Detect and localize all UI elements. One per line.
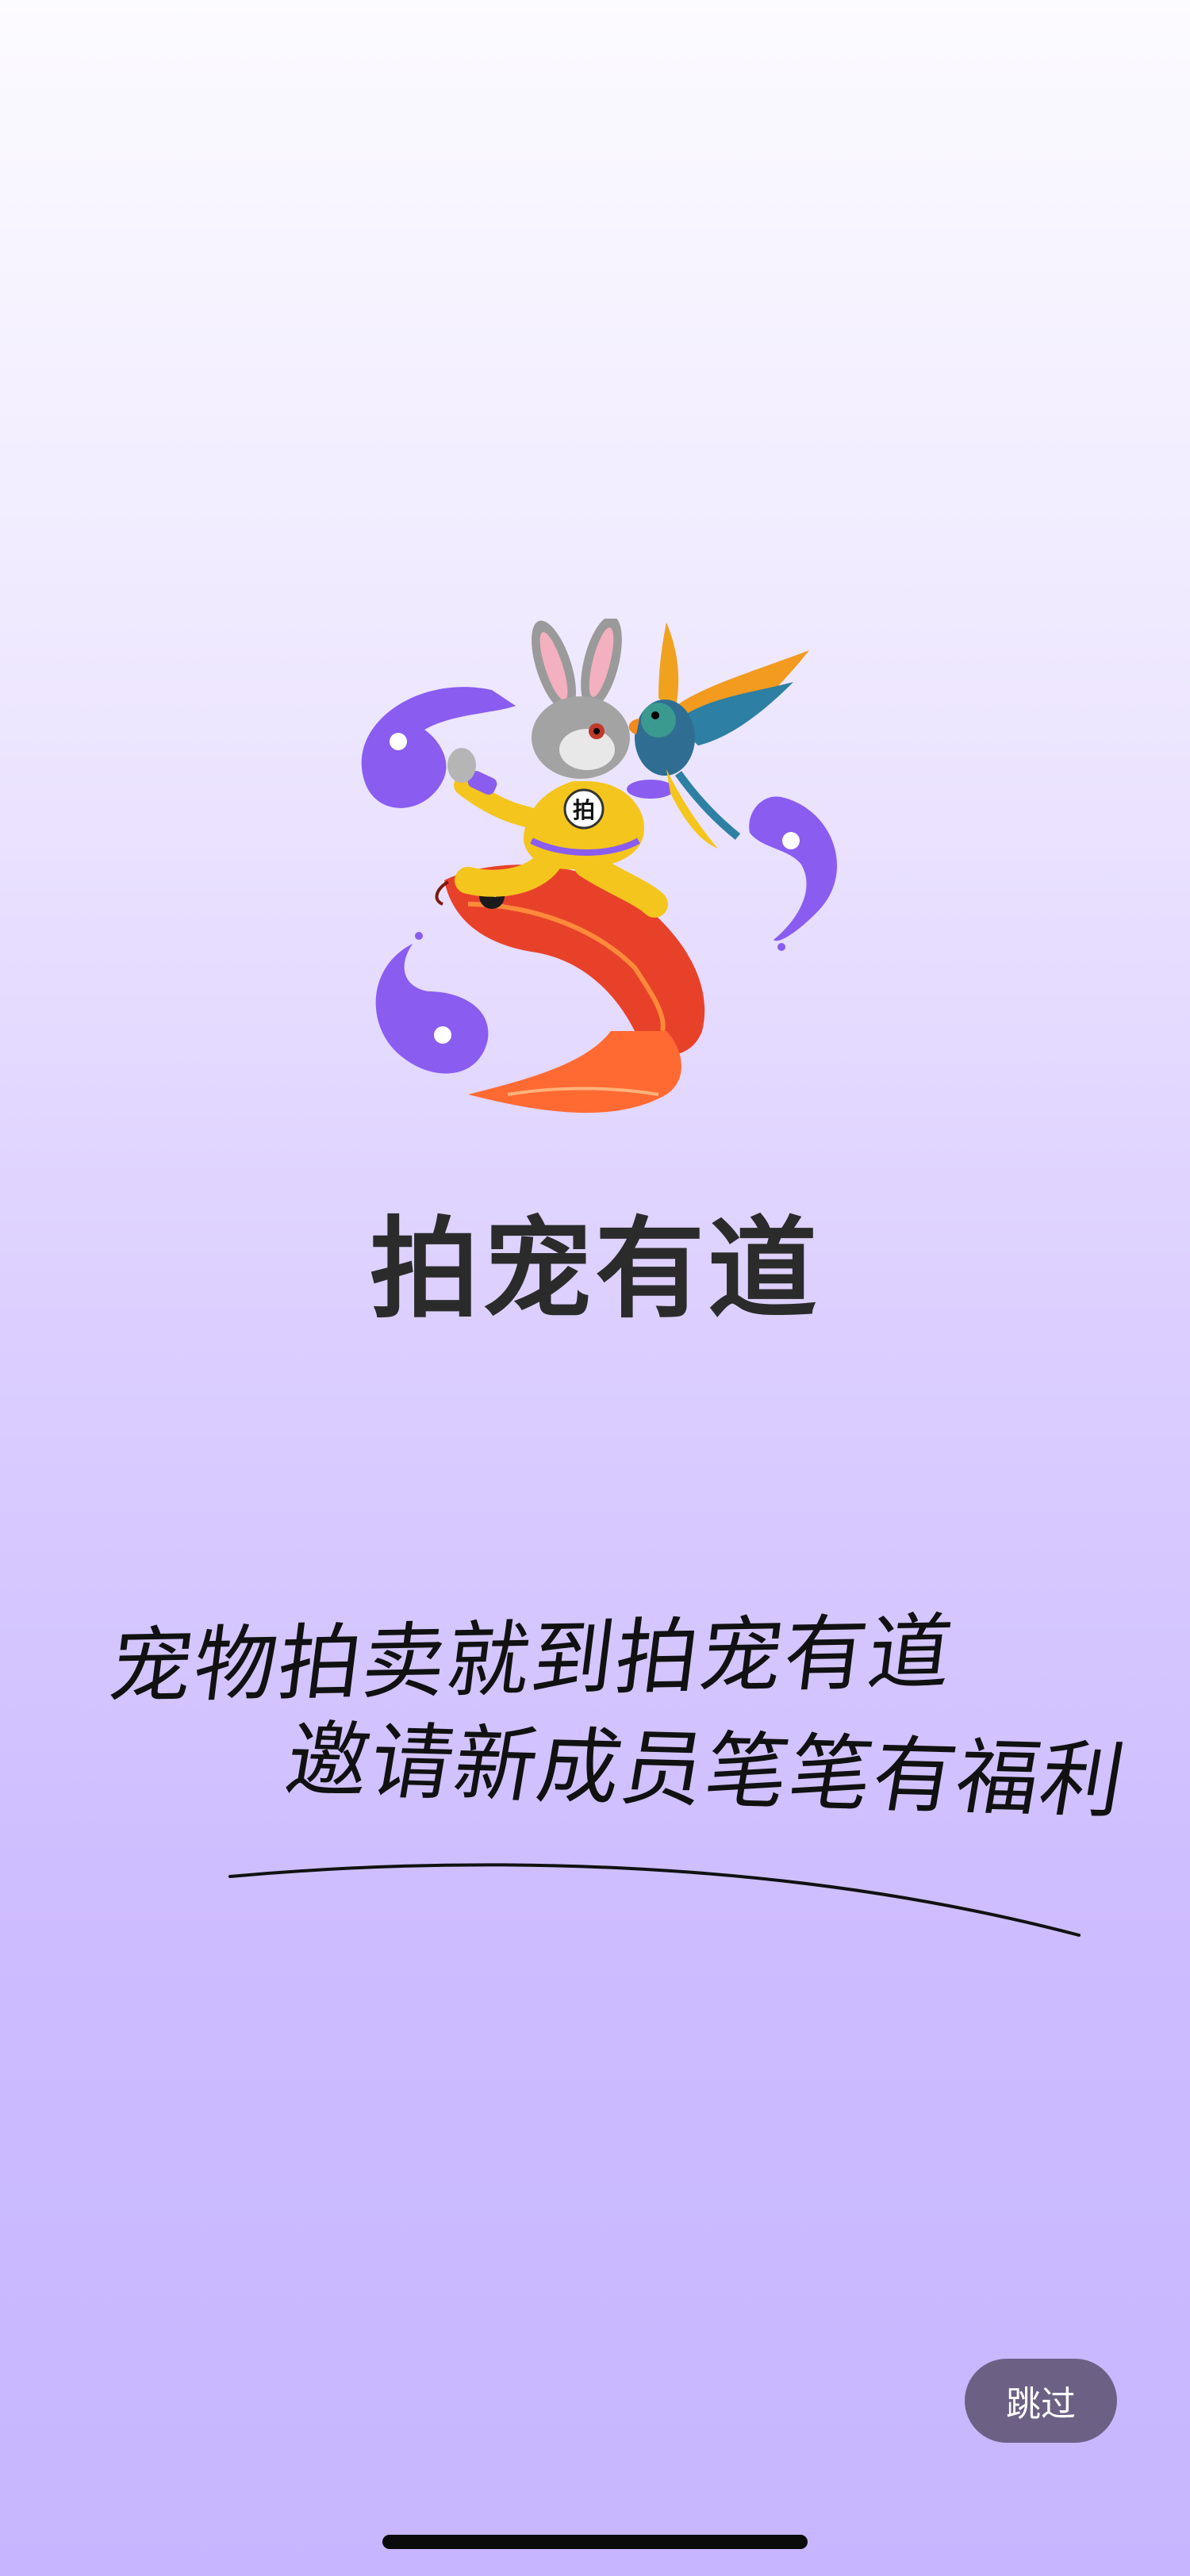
purple-swirl-right: [749, 796, 838, 951]
rabbit: 拍: [447, 615, 674, 918]
slogan-underline: [228, 1863, 1081, 1937]
logo-badge-text: 拍: [573, 797, 595, 823]
slogan-line-1: 宠物拍卖就到拍宠有道: [104, 1603, 959, 1715]
slogan-line-2: 邀请新成员笔笔有福利: [278, 1711, 1134, 1830]
purple-swirl-bottom: [375, 932, 489, 1074]
app-title: 拍宠有道: [369, 1206, 820, 1333]
mascot-icon: 拍: [361, 615, 838, 1114]
skip-button[interactable]: 跳过: [965, 2359, 1117, 2443]
app-logo: 拍: [349, 615, 857, 1174]
home-indicator[interactable]: [382, 2535, 808, 2549]
